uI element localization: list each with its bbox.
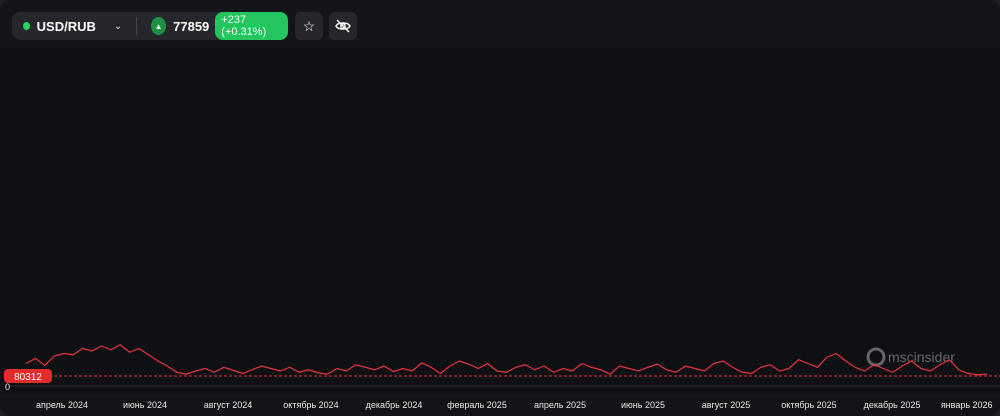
y-zero-label: 0 bbox=[5, 382, 10, 392]
x-tick-label: август 2025 bbox=[702, 400, 751, 410]
x-tick-label: декабрь 2024 bbox=[366, 400, 423, 410]
volume-label: 80312 bbox=[14, 372, 42, 383]
x-tick-label: август 2024 bbox=[204, 400, 253, 410]
watermark: mscinsider bbox=[866, 347, 955, 367]
x-tick-label: июнь 2025 bbox=[621, 400, 665, 410]
x-tick-label: февраль 2025 bbox=[447, 400, 507, 410]
x-tick-label: июнь 2024 bbox=[123, 400, 167, 410]
x-tick-label: январь 2026 bbox=[941, 400, 993, 410]
x-tick-label: октябрь 2025 bbox=[781, 400, 836, 410]
price-chart[interactable]: 300,000600,000900,0001,200,0000 mscinsid… bbox=[0, 0, 1000, 416]
x-tick-label: апрель 2024 bbox=[36, 400, 88, 410]
x-tick-label: апрель 2025 bbox=[534, 400, 586, 410]
chart-widget: USD/RUB ⌄ ▲ 77859 +237 (+0.31%) ☆ 300,00… bbox=[0, 0, 1000, 416]
x-tick-label: декабрь 2025 bbox=[864, 400, 921, 410]
x-tick-label: октябрь 2024 bbox=[283, 400, 338, 410]
volume-line bbox=[25, 344, 988, 376]
